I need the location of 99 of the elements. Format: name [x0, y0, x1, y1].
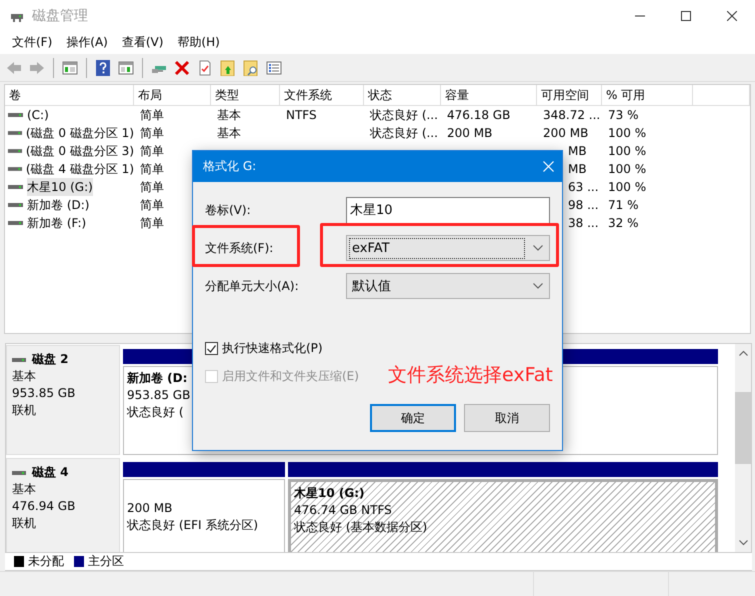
checked-page-icon[interactable]: [197, 60, 213, 76]
column-header[interactable]: 文件系统: [280, 85, 364, 106]
partition-detail: 200 MB: [127, 501, 172, 516]
table-cell-text: 基本: [217, 107, 241, 124]
disk-detail: 476.94 GB: [12, 498, 76, 516]
partition-box[interactable]: 200 MB 状态良好 (EFI 系统分区): [123, 479, 285, 552]
console-tree-icon[interactable]: [62, 60, 78, 76]
table-cell-text: 状态良好 (...: [370, 125, 438, 142]
partition-title: 新加卷 (D:: [127, 371, 188, 386]
partition-detail: 953.85 GB: [127, 388, 190, 402]
disk-detail: 基本: [12, 481, 37, 498]
table-cell-text: 348.72 ...: [543, 107, 600, 124]
window-title: 磁盘管理: [32, 7, 89, 25]
delete-icon[interactable]: [174, 60, 190, 76]
checkmark-icon: [207, 344, 216, 352]
chevron-down-icon: [533, 245, 543, 251]
close-icon: [727, 11, 737, 21]
table-cell-text: 63 ...: [568, 179, 599, 196]
table-cell-text: 71 %: [608, 197, 638, 214]
table-cell-text: MB: [568, 143, 587, 160]
column-header[interactable]: 可用空间: [537, 85, 602, 106]
partition-detail: 状态良好 (EFI 系统分区): [127, 518, 258, 532]
table-cell-text: 98 ...: [568, 197, 599, 214]
maximize-icon: [681, 11, 691, 21]
disk-detail: 953.85 GB: [12, 385, 76, 402]
disk-name: 磁盘 2: [32, 351, 69, 368]
table-cell-text: 简单: [140, 107, 164, 124]
table-cell-text: 简单: [140, 125, 164, 142]
chevron-down-icon: [738, 540, 748, 546]
close-button[interactable]: [543, 161, 554, 172]
annotation-text: 文件系统选择exFat: [388, 363, 553, 388]
disk-detail: 联机: [12, 515, 37, 532]
scrollbar[interactable]: [735, 344, 751, 552]
legend-label: 未分配: [28, 553, 64, 570]
volume-name[interactable]: (磁盘 0 磁盘分区 3): [26, 142, 134, 160]
menu-item[interactable]: 帮助(H): [170, 34, 227, 52]
partition-detail: 状态良好 (: [127, 405, 184, 420]
partition-box[interactable]: 木星10 (G:) 476.74 GB NTFS 状态良好 (基本数据分区): [288, 479, 718, 552]
table-cell-text: 200 MB: [447, 125, 492, 142]
table-cell-text: 32 %: [608, 215, 638, 232]
dropdown[interactable]: exFAT: [346, 235, 550, 261]
column-header[interactable]: 布局: [134, 85, 211, 106]
table-cell-text: 100 %: [608, 143, 646, 160]
volume-name[interactable]: 新加卷 (F:): [27, 214, 86, 232]
dialog-button[interactable]: 确定: [370, 404, 456, 432]
field-label: 文件系统(F):: [205, 240, 274, 256]
table-cell-text: 100 %: [608, 161, 646, 178]
close-icon: [543, 161, 554, 172]
chevron-down-icon: [533, 283, 543, 289]
help-icon[interactable]: [95, 60, 111, 76]
volume-name[interactable]: (磁盘 0 磁盘分区 1): [26, 124, 134, 142]
table-cell-text: MB: [568, 161, 587, 178]
table-cell-text: 简单: [140, 179, 164, 196]
table-cell-text: NTFS: [286, 107, 317, 124]
scroll-thumb[interactable]: [735, 392, 751, 464]
table-cell-text: 100 %: [608, 125, 646, 142]
dialog-title: 格式化 G:: [203, 158, 256, 175]
partition-detail: 476.74 GB NTFS: [294, 503, 392, 518]
dropdown[interactable]: 默认值: [346, 273, 550, 299]
dialog-button[interactable]: 取消: [464, 404, 550, 432]
table-cell-text: 简单: [140, 215, 164, 232]
folder-magnifier-icon[interactable]: [243, 60, 259, 76]
disk-detail: 联机: [12, 402, 37, 420]
menu-item[interactable]: 查看(V): [114, 34, 170, 52]
field-label: 卷标(V):: [205, 202, 252, 218]
list-icon[interactable]: [266, 60, 282, 76]
table-cell-text: 基本: [217, 125, 241, 142]
chevron-up-icon: [738, 350, 748, 356]
checkbox-label[interactable]: 执行快速格式化(P): [222, 340, 323, 357]
table-cell-text: 简单: [140, 161, 164, 178]
table-cell-text: 100 %: [608, 179, 646, 196]
field-label: 分配单元大小(A):: [205, 278, 300, 294]
volume-name[interactable]: 新加卷 (D:): [27, 196, 90, 214]
checkbox[interactable]: [205, 342, 218, 355]
volume-label-field[interactable]: 木星10: [346, 196, 550, 224]
column-header[interactable]: % 可用: [602, 85, 693, 106]
partition-detail: 状态良好 (基本数据分区): [294, 520, 428, 534]
legend-label: 主分区: [88, 553, 124, 570]
menu-item[interactable]: 文件(F): [5, 34, 60, 52]
disk-name: 磁盘 4: [32, 464, 69, 482]
volume-name[interactable]: (C:): [27, 106, 49, 124]
table-cell-text: 简单: [140, 197, 164, 214]
volume-name[interactable]: (磁盘 4 磁盘分区 1): [26, 160, 134, 178]
table-cell-text: 73 %: [608, 107, 638, 124]
panel-icon[interactable]: [118, 60, 134, 76]
table-cell-text: 状态良好 (...: [370, 107, 438, 124]
column-header[interactable]: 类型: [211, 85, 280, 106]
folder-arrow-icon[interactable]: [220, 60, 236, 76]
column-header[interactable]: 状态: [364, 85, 441, 106]
table-cell-text: 200 MB: [543, 125, 588, 142]
menu-item[interactable]: 操作(A): [59, 34, 115, 52]
table-cell-text: 476.18 GB: [447, 107, 510, 124]
table-cell-text: 简单: [140, 143, 164, 160]
volume-name[interactable]: 木星10 (G:): [27, 178, 93, 196]
column-header[interactable]: 卷: [5, 85, 134, 106]
partition-title: 木星10 (G:): [294, 486, 364, 500]
table-cell-text: 38 ...: [568, 215, 599, 232]
disk-detail: 基本: [12, 368, 37, 386]
column-header[interactable]: 容量: [441, 85, 537, 106]
